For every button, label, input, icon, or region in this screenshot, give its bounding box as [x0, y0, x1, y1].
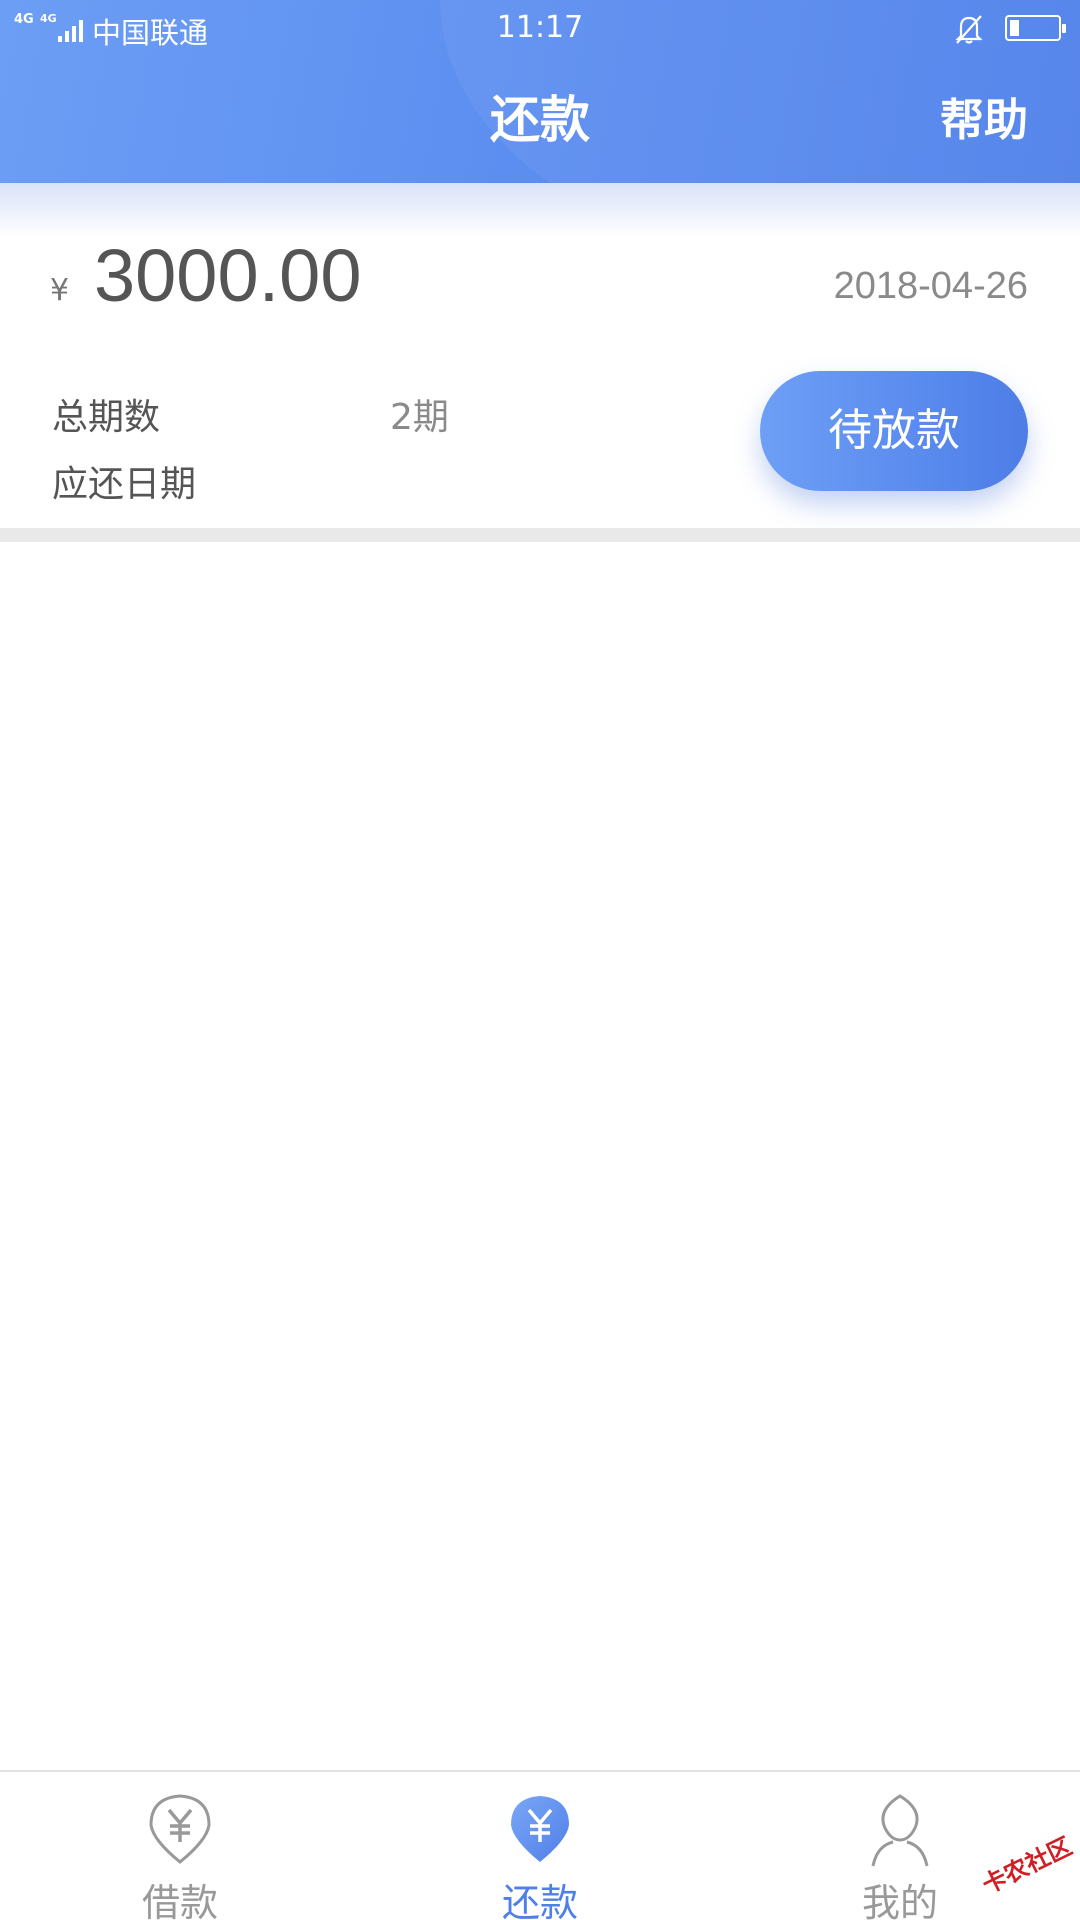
battery-icon	[1005, 15, 1066, 41]
currency-symbol: ¥	[50, 273, 70, 308]
pending-disbursement-button[interactable]: 待放款	[760, 371, 1028, 491]
yuan-icon	[505, 1790, 575, 1868]
total-periods-label: 总期数	[52, 397, 161, 438]
due-date-label: 应还日期	[52, 464, 197, 505]
tab-borrow[interactable]: 借款	[0, 1772, 360, 1920]
tab-repay[interactable]: 还款	[360, 1772, 720, 1920]
total-periods-value: 2期	[390, 397, 449, 438]
tab-repay-label: 还款	[501, 1881, 578, 1920]
status-time: 11:17	[496, 10, 584, 45]
loan-date: 2018-04-26	[833, 265, 1028, 307]
page-title: 还款	[490, 91, 590, 149]
loan-amount: 3000.00	[94, 234, 362, 317]
section-divider	[0, 528, 1080, 542]
status-bar: 4G 4G 中国联通 11:17	[0, 0, 1080, 60]
repayment-page: 4G 4G 中国联通 11:17 还款 帮助 ¥ 3000.00 2018-04…	[0, 0, 1080, 1920]
header: 4G 4G 中国联通 11:17 还款 帮助	[0, 0, 1080, 183]
person-icon	[865, 1790, 935, 1868]
bottom-tab-bar: 借款 还款 我的	[0, 1770, 1080, 1920]
loan-card: ¥ 3000.00 2018-04-26 总期数 2期 应还日期 待放款	[0, 183, 1080, 528]
mute-bell-icon	[952, 12, 986, 50]
yuan-icon	[145, 1790, 215, 1868]
help-button[interactable]: 帮助	[940, 84, 1028, 148]
tab-borrow-label: 借款	[141, 1881, 218, 1920]
